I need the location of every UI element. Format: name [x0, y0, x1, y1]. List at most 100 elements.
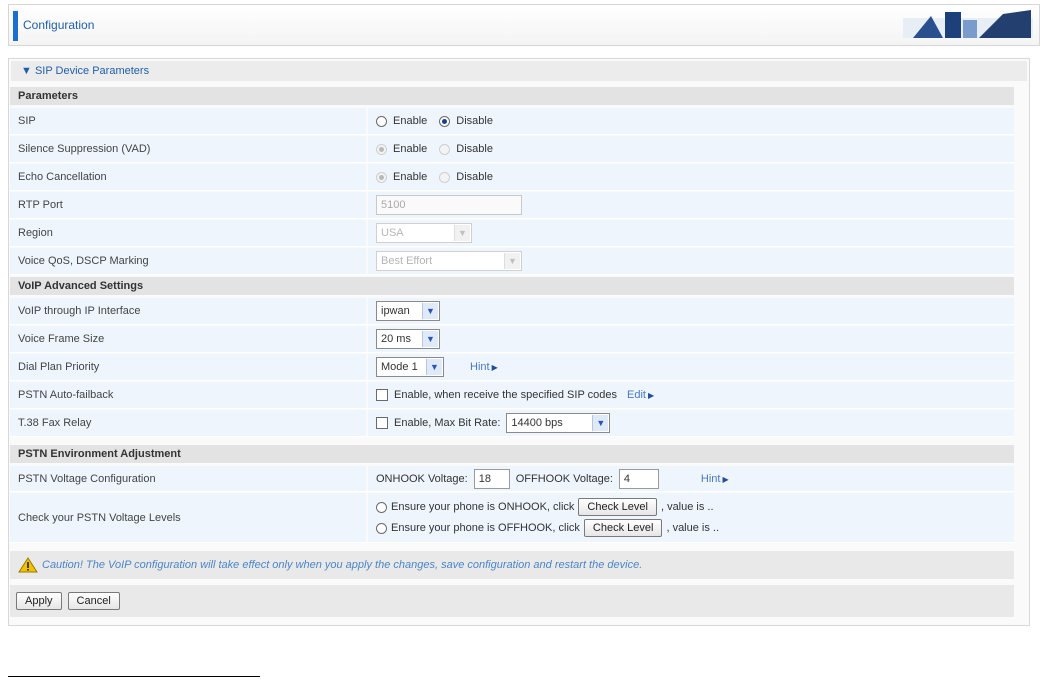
chevron-down-icon: ▼: [422, 331, 438, 347]
row-pstn-voltage: PSTN Voltage Configuration ONHOOK Voltag…: [10, 466, 1014, 492]
region-select-value: USA: [381, 227, 404, 239]
row-label: SIP: [10, 108, 366, 134]
action-bar: Apply Cancel: [10, 585, 1014, 617]
radio-label: Enable: [393, 115, 428, 127]
onhook-result: , value is ..: [660, 501, 714, 513]
onhook-label: ONHOOK Voltage:: [376, 472, 468, 485]
row-value: Enable, Max Bit Rate: 14400 bps ▼: [368, 410, 1014, 436]
row-label: Echo Cancellation: [10, 164, 366, 190]
page-header: Configuration: [8, 4, 1040, 46]
group-header-pstn-env: PSTN Environment Adjustment: [10, 445, 1014, 463]
echo-enable-radio[interactable]: [376, 171, 387, 183]
row-value: ipwan ▼: [368, 298, 1014, 324]
edit-text: Edit: [627, 389, 646, 401]
check-level-onhook-line: Ensure your phone is ONHOOK, click Check…: [376, 498, 714, 516]
row-label: Check your PSTN Voltage Levels: [10, 493, 366, 542]
ip-interface-select-value: ipwan: [381, 305, 410, 317]
row-region: Region USA ▼: [10, 220, 1014, 247]
group-header-voip-advanced: VoIP Advanced Settings: [10, 277, 1014, 295]
row-label: Voice QoS, DSCP Marking: [10, 248, 366, 274]
apply-button[interactable]: Apply: [16, 592, 62, 610]
row-value: USA ▼: [368, 220, 1014, 246]
row-pstn-fallback: PSTN Auto-failback Enable, when receive …: [10, 382, 1014, 409]
check-level-onhook-button[interactable]: Check Level: [578, 498, 657, 516]
ip-interface-select[interactable]: ipwan ▼: [376, 301, 440, 321]
vad-disable-radio[interactable]: [439, 143, 451, 155]
row-label: PSTN Auto-failback: [10, 382, 366, 408]
chevron-down-icon: ▼: [504, 253, 520, 269]
sip-enable-radio[interactable]: [376, 115, 387, 127]
row-value: Enable, when receive the specified SIP c…: [368, 382, 1014, 408]
row-label: PSTN Voltage Configuration: [10, 466, 366, 491]
vad-enable-radio[interactable]: [376, 143, 387, 155]
row-label: RTP Port: [10, 192, 366, 218]
warning-icon: [18, 557, 38, 573]
t38-checkbox[interactable]: [376, 417, 388, 429]
header-banner-graphic: [903, 10, 1033, 38]
header-accent-bar: [13, 11, 18, 41]
qos-select-value: Best Effort: [381, 255, 433, 267]
hint-text: Hint: [700, 472, 721, 485]
check-level-offhook-button[interactable]: Check Level: [583, 519, 663, 537]
t38-bitrate-select[interactable]: 14400 bps ▼: [506, 413, 611, 433]
row-label: VoIP through IP Interface: [10, 298, 366, 324]
offhook-result: , value is ..: [666, 522, 720, 534]
t38-text: Enable, Max Bit Rate:: [394, 417, 501, 429]
hint-text: Hint: [470, 361, 490, 373]
chevron-down-icon: ▼: [592, 415, 609, 431]
dial-plan-select[interactable]: Mode 1 ▼: [376, 357, 444, 377]
row-value: Enable Disable: [368, 136, 1014, 162]
row-label: Dial Plan Priority: [10, 354, 366, 380]
echo-disable-radio[interactable]: [439, 171, 451, 183]
radio-label: Enable: [393, 143, 428, 155]
onhook-instruction: Ensure your phone is ONHOOK, click: [391, 501, 575, 513]
frame-size-select-value: 20 ms: [381, 333, 411, 345]
offhook-instruction: Ensure your phone is OFFHOOK, click: [391, 522, 580, 534]
offhook-radio[interactable]: [376, 522, 387, 534]
row-label: Region: [10, 220, 366, 246]
caution-bar: Caution! The VoIP configuration will tak…: [10, 551, 1014, 579]
region-select[interactable]: USA ▼: [376, 223, 472, 243]
row-vad: Silence Suppression (VAD) Enable Disable: [10, 136, 1014, 163]
qos-select[interactable]: Best Effort ▼: [376, 251, 522, 271]
frame-size-select[interactable]: 20 ms ▼: [376, 329, 440, 349]
row-label: T.38 Fax Relay: [10, 410, 366, 436]
row-dial-plan: Dial Plan Priority Mode 1 ▼ Hint ▶: [10, 354, 1014, 381]
row-check-levels: Check your PSTN Voltage Levels Ensure yo…: [10, 493, 1014, 543]
arrow-right-icon: ▶: [491, 363, 498, 372]
dial-plan-select-value: Mode 1: [381, 361, 418, 373]
radio-label: Disable: [456, 171, 493, 183]
chevron-down-icon: ▼: [454, 225, 470, 241]
row-ip-interface: VoIP through IP Interface ipwan ▼: [10, 298, 1014, 325]
pstn-fallback-checkbox[interactable]: [376, 389, 388, 401]
row-t38: T.38 Fax Relay Enable, Max Bit Rate: 144…: [10, 410, 1014, 437]
offhook-voltage-input[interactable]: 4: [618, 468, 659, 489]
row-rtp-port: RTP Port 5100: [10, 192, 1014, 219]
sip-disable-radio[interactable]: [439, 115, 451, 127]
offhook-label: OFFHOOK Voltage:: [515, 472, 613, 485]
section-toggle-sip-device[interactable]: ▼ SIP Device Parameters: [11, 61, 1027, 81]
pstn-fallback-edit-link[interactable]: Edit ▶: [627, 389, 654, 401]
radio-label: Disable: [456, 143, 493, 155]
chevron-down-icon: ▼: [426, 359, 442, 375]
pstn-voltage-hint-link[interactable]: Hint ▶: [701, 473, 729, 485]
row-qos: Voice QoS, DSCP Marking Best Effort ▼: [10, 248, 1014, 275]
row-value: ONHOOK Voltage: 18 OFFHOOK Voltage: 4 Hi…: [368, 466, 1014, 491]
group-header-parameters: Parameters: [10, 87, 1014, 105]
page-title: Configuration: [23, 18, 95, 32]
cancel-button[interactable]: Cancel: [67, 592, 120, 610]
caution-text: Caution! The VoIP configuration will tak…: [42, 559, 643, 571]
pstn-fallback-text: Enable, when receive the specified SIP c…: [394, 389, 617, 401]
check-level-offhook-line: Ensure your phone is OFFHOOK, click Chec…: [376, 519, 719, 537]
rtp-port-input[interactable]: 5100: [376, 195, 522, 215]
row-label: Voice Frame Size: [10, 326, 366, 352]
row-echo: Echo Cancellation Enable Disable: [10, 164, 1014, 191]
row-value: Enable Disable: [368, 108, 1014, 134]
dial-plan-hint-link[interactable]: Hint ▶: [470, 361, 498, 373]
row-value: Best Effort ▼: [368, 248, 1014, 274]
onhook-radio[interactable]: [376, 501, 387, 513]
radio-label: Disable: [456, 115, 493, 127]
row-value: 5100: [368, 192, 1014, 218]
onhook-voltage-input[interactable]: 18: [473, 468, 510, 489]
chevron-down-icon: ▼: [422, 303, 438, 319]
